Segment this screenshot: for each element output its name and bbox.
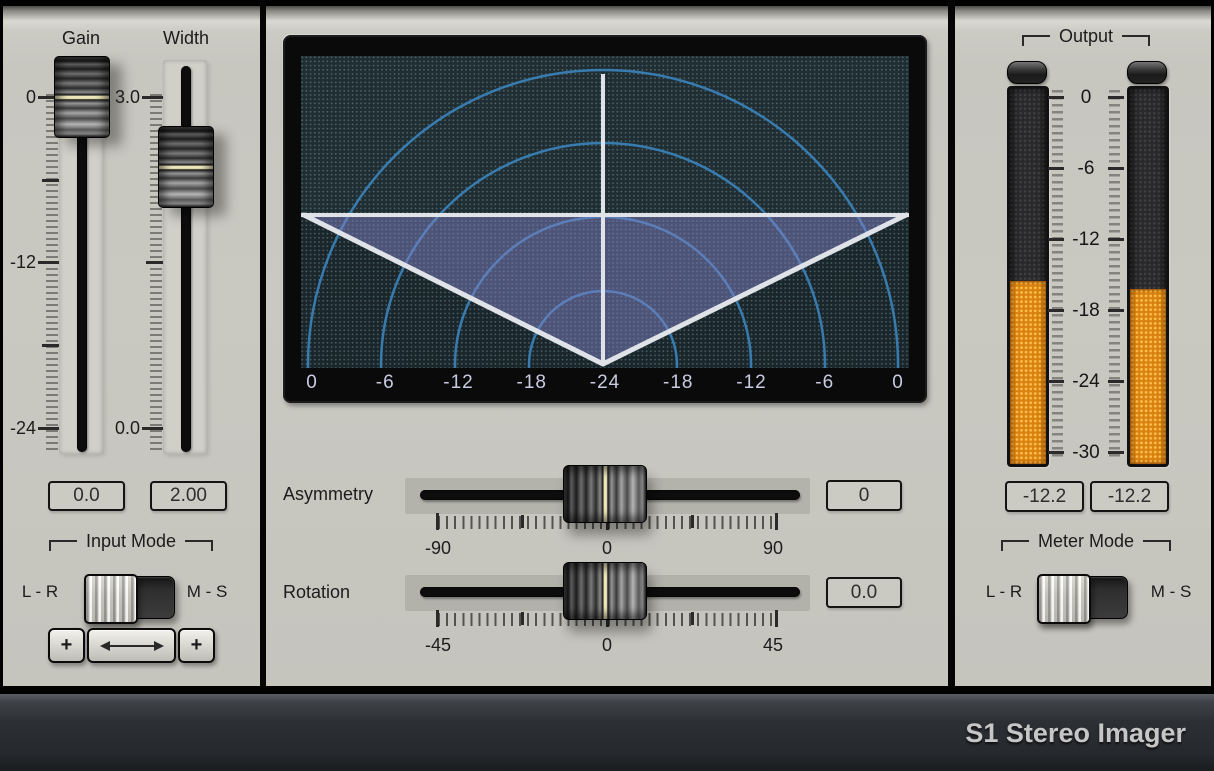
- width-scale-3: 3.0: [104, 87, 140, 108]
- bracket-right-icon: [185, 540, 213, 551]
- meter-scale-0: 0: [1066, 87, 1106, 109]
- meter-scale-6: -6: [1066, 158, 1106, 180]
- asymmetry-label: Asymmetry: [283, 484, 413, 505]
- asymmetry-value-display[interactable]: 0: [826, 480, 902, 511]
- left-clip-led[interactable]: [1007, 61, 1047, 84]
- gain-value-display[interactable]: 0.0: [48, 481, 125, 511]
- gain-scale-0: 0: [2, 87, 36, 108]
- display-bottom-scale: 0 -6 -12 -18 -24 -18 -12 -6 0: [291, 372, 919, 398]
- meter-scale-12: -12: [1066, 229, 1106, 251]
- asymmetry-slider-handle[interactable]: [563, 465, 647, 523]
- meter-mode-ms-label: M - S: [1140, 582, 1202, 602]
- width-scale-0: 0.0: [104, 418, 140, 439]
- bracket-left-icon: [49, 540, 77, 551]
- rotation-label: Rotation: [283, 582, 393, 603]
- meter-scale-ticks-left: [1052, 90, 1063, 458]
- stereo-vector-display: [301, 56, 909, 368]
- output-meter-left-value[interactable]: -12.2: [1005, 481, 1084, 512]
- output-header: Output: [985, 26, 1187, 47]
- gain-scale-24: -24: [2, 418, 36, 439]
- bracket-right-icon: [1122, 35, 1150, 46]
- rotation-value-display[interactable]: 0.0: [826, 577, 902, 608]
- input-mode-ms-label: M - S: [176, 582, 238, 602]
- output-meter-left-fill: [1010, 281, 1046, 464]
- s1-stereo-imager-window: Gain Width 0 -12 -24 3.0 0.0 0.0 2.00 In…: [0, 0, 1214, 771]
- output-label: Output: [1059, 26, 1113, 47]
- panel-divider-right: [948, 0, 955, 686]
- rotation-tick-min: -45: [415, 635, 461, 656]
- meter-scale-24: -24: [1066, 371, 1106, 393]
- right-clip-led[interactable]: [1127, 61, 1167, 84]
- gain-scale-12: -12: [2, 252, 36, 273]
- bracket-left-icon: [1001, 540, 1029, 551]
- meter-mode-label: Meter Mode: [1038, 531, 1134, 552]
- title-bar: S1 Stereo Imager: [0, 692, 1214, 771]
- meter-scale-18: -18: [1066, 300, 1106, 322]
- meter-mode-header: Meter Mode: [985, 531, 1187, 552]
- gain-fader-handle[interactable]: [54, 56, 110, 138]
- asymmetry-tick-min: -90: [415, 538, 461, 559]
- meter-mode-toggle[interactable]: [1038, 576, 1128, 619]
- output-meter-right-fill: [1130, 289, 1166, 464]
- meter-scale-ticks-right: [1109, 90, 1120, 458]
- input-mode-header: Input Mode: [20, 531, 242, 552]
- output-meter-right: [1127, 86, 1169, 467]
- rotation-tick-max: 45: [750, 635, 796, 656]
- bracket-right-icon: [1143, 540, 1171, 551]
- asymmetry-tick-max: 90: [750, 538, 796, 559]
- output-meter-right-value[interactable]: -12.2: [1090, 481, 1169, 512]
- nudge-right-button[interactable]: +: [178, 628, 215, 663]
- input-mode-label: Input Mode: [86, 531, 176, 552]
- rotation-tick-mid: 0: [584, 635, 630, 656]
- left-right-arrow-icon: [99, 639, 165, 653]
- width-label: Width: [155, 28, 217, 49]
- meter-mode-toggle-handle[interactable]: [1037, 574, 1091, 624]
- meter-mode-lr-label: L - R: [974, 582, 1034, 602]
- bracket-left-icon: [1022, 35, 1050, 46]
- input-mode-lr-label: L - R: [10, 582, 70, 602]
- gain-label: Gain: [52, 28, 110, 49]
- rotation-slider-handle[interactable]: [563, 562, 647, 620]
- output-meter-left: [1007, 86, 1049, 467]
- width-value-display[interactable]: 2.00: [150, 481, 227, 511]
- plugin-title: S1 Stereo Imager: [965, 718, 1214, 749]
- meter-scale-30: -30: [1066, 442, 1106, 464]
- nudge-range-button[interactable]: [87, 628, 176, 663]
- nudge-left-button[interactable]: +: [48, 628, 85, 663]
- gain-fader-ticks: [46, 94, 58, 450]
- input-mode-toggle-handle[interactable]: [84, 574, 138, 624]
- asymmetry-tick-mid: 0: [584, 538, 630, 559]
- width-fader-handle[interactable]: [158, 126, 214, 208]
- width-fader-track[interactable]: [181, 66, 191, 452]
- input-mode-toggle[interactable]: [85, 576, 175, 619]
